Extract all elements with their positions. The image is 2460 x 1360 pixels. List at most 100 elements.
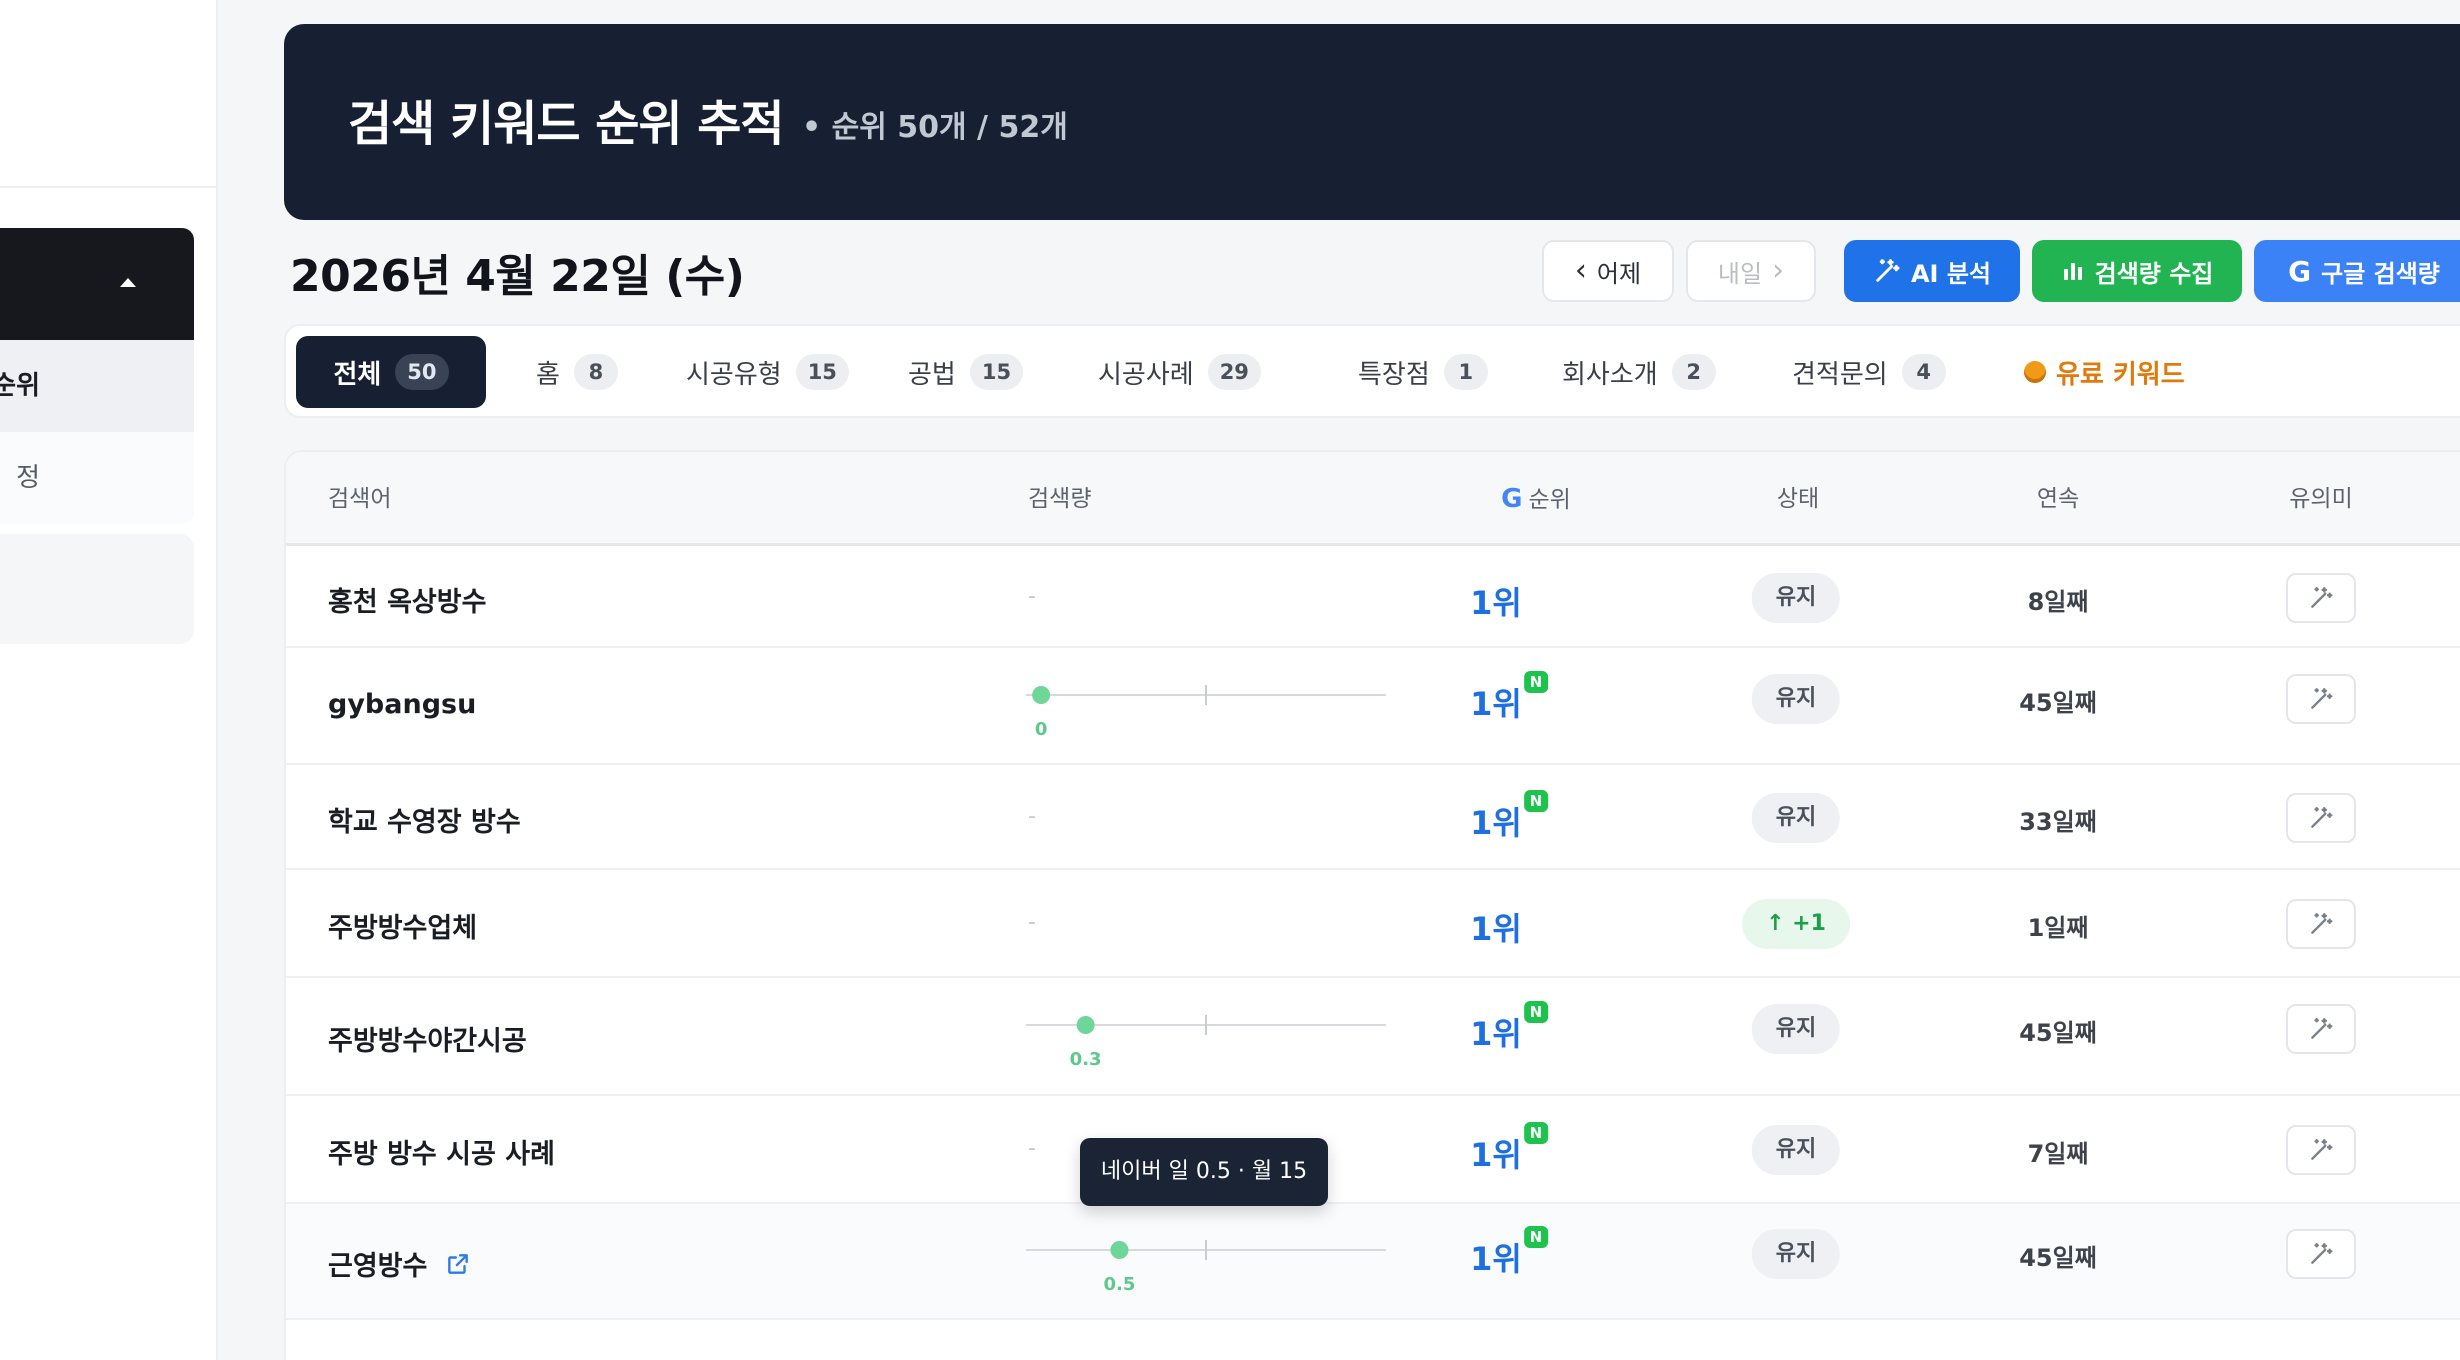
volume-value: 0.3 <box>1069 1049 1102 1070</box>
column-header-significance[interactable]: 유의미 <box>2289 452 2352 546</box>
table-row[interactable]: gybangsu 0 1위 N 유지 45일째 <box>286 648 2460 765</box>
tab-label: 공법 <box>908 359 956 390</box>
tab-label: 견적문의 <box>1792 359 1888 390</box>
date-title: 2026년 4월 22일 (수) <box>290 251 745 302</box>
streak-days: 7일째 <box>2027 1140 2089 1168</box>
magic-wand-icon <box>2311 1243 2333 1264</box>
rank-text: 1위 <box>1470 910 1522 948</box>
column-header-keyword[interactable]: 검색어 <box>328 452 391 546</box>
google-icon: G <box>1501 484 1523 514</box>
naver-badge-icon: N <box>1523 1001 1548 1023</box>
tab-count-badge: 29 <box>1207 354 1261 390</box>
streak-days: 45일째 <box>2019 1019 2097 1047</box>
keyword-text: 학교 수영장 방수 <box>328 806 521 838</box>
page-subtitle: • 순위 50개 / 52개 <box>802 110 1068 145</box>
table-row[interactable]: 근영방수 0.5 1위 N 유지 45일째 <box>286 1204 2460 1320</box>
keyword-cell: 주방 방수 시공 사례 <box>328 1132 555 1171</box>
coin-icon <box>2024 361 2046 383</box>
table-row[interactable]: 주방방수업체 - 1위 ↑ +1 1일째 <box>286 870 2460 978</box>
volume-sparkline[interactable] <box>1026 1222 1390 1302</box>
keyword-text: 주방 방수 시공 사례 <box>328 1139 555 1170</box>
tab-features[interactable]: 특장점 1 <box>1338 336 1508 408</box>
rank-text: 1위 <box>1470 1240 1522 1278</box>
significance-analyze-button[interactable] <box>2286 673 2356 724</box>
tab-count-badge: 8 <box>573 354 618 390</box>
rank-text: 1위 <box>1470 803 1522 842</box>
status-text: 유지 <box>1775 804 1817 830</box>
collect-volume-button[interactable]: 검색량 수집 <box>2032 240 2242 302</box>
table-row[interactable]: 홍천 옥상방수 - 1위 유지 8일째 <box>286 547 2460 648</box>
status-badge: ↑ +1 <box>1742 899 1850 949</box>
column-header-rank[interactable]: G 순위 <box>1501 452 1571 546</box>
keyword-cell: 주방방수야간시공 <box>328 1019 527 1058</box>
ai-analysis-label: AI 분석 <box>1910 259 1992 288</box>
significance-analyze-button[interactable] <box>2286 899 2356 949</box>
status-text: +1 <box>1792 911 1826 936</box>
google-rank: 1위 N <box>1470 1122 1548 1176</box>
significance-analyze-button[interactable] <box>2286 1004 2356 1054</box>
significance-analyze-button[interactable] <box>2286 792 2356 843</box>
table-row[interactable]: 학교 수영장 방수 - 1위 N 유지 33일째 <box>286 765 2460 870</box>
keyword-cell: 근영방수 <box>328 1244 471 1283</box>
volume-sparkline[interactable] <box>1026 667 1390 747</box>
tab-count-badge: 4 <box>1901 354 1946 390</box>
tab-paid-keywords[interactable]: 유료 키워드 <box>2004 336 2205 408</box>
status-badge: 유지 <box>1751 673 1841 724</box>
status-badge: 유지 <box>1751 572 1841 623</box>
tab-home[interactable]: 홈 8 <box>516 336 638 408</box>
naver-badge-icon: N <box>1523 789 1548 812</box>
sidebar-item-label: 정 <box>16 463 40 493</box>
tab-estimate[interactable]: 견적문의 4 <box>1772 336 1966 408</box>
streak-days: 33일째 <box>2019 807 2097 836</box>
status-text: 유지 <box>1775 1241 1817 1266</box>
header-banner: 검색 키워드 순위 추적 • 순위 50개 / 52개 <box>284 24 2460 220</box>
tab-about[interactable]: 회사소개 2 <box>1542 336 1736 408</box>
sidebar-logo-area <box>0 0 216 188</box>
column-header-volume[interactable]: 검색량 <box>1028 452 1091 546</box>
significance-analyze-button[interactable] <box>2286 1125 2356 1175</box>
tab-count-badge: 15 <box>969 354 1024 390</box>
table-row[interactable] <box>286 1320 2460 1360</box>
tab-count-badge: 15 <box>795 354 849 390</box>
rank-text: 1위 <box>1470 684 1522 723</box>
rank-text: 1위 <box>1470 1136 1522 1174</box>
keyword-text: 홍천 옥상방수 <box>328 586 487 618</box>
tab-construction-type[interactable]: 시공유형 15 <box>666 336 869 408</box>
tab-method[interactable]: 공법 15 <box>888 336 1043 408</box>
tab-count-badge: 50 <box>395 354 449 390</box>
table-row[interactable]: 주방 방수 시공 사례 - 1위 N 유지 7일째 <box>286 1096 2460 1204</box>
tab-case-study[interactable]: 시공사례 29 <box>1078 336 1281 408</box>
google-rank: 1위 N <box>1470 670 1548 725</box>
tab-all[interactable]: 전체 50 <box>296 336 486 408</box>
google-rank: 1위 N <box>1470 789 1548 844</box>
tab-label: 시공사례 <box>1098 359 1194 390</box>
google-volume-button[interactable]: G 구글 검색량 <box>2254 240 2460 302</box>
ai-analysis-button[interactable]: AI 분석 <box>1844 240 2020 302</box>
next-day-label: 내일 <box>1717 259 1763 288</box>
chevron-right-icon: › <box>1772 253 1785 288</box>
tab-label: 시공유형 <box>686 359 782 390</box>
sidebar-group-toggle[interactable] <box>0 228 194 340</box>
external-link-icon[interactable] <box>445 1251 471 1277</box>
naver-badge-icon: N <box>1523 1226 1548 1248</box>
status-text: 유지 <box>1775 584 1817 610</box>
volume-empty: - <box>1028 803 1036 829</box>
status-text: 유지 <box>1775 1137 1817 1162</box>
streak-days: 45일째 <box>2019 1244 2097 1272</box>
keyword-text: 주방방수업체 <box>328 913 478 944</box>
prev-day-button[interactable]: ‹ 어제 <box>1542 240 1674 302</box>
google-rank: 1위 N <box>1470 1001 1548 1055</box>
column-header-rank-label: 순위 <box>1528 487 1571 513</box>
next-day-button[interactable]: 내일 › <box>1686 240 1816 302</box>
significance-analyze-button[interactable] <box>2286 1229 2356 1279</box>
sidebar-item-rank[interactable]: 순위 <box>0 340 194 432</box>
sidebar-item-settings[interactable]: 정 <box>0 432 194 524</box>
volume-empty: - <box>1028 910 1036 935</box>
column-header-streak[interactable]: 연속 <box>2037 452 2079 546</box>
significance-analyze-button[interactable] <box>2286 572 2356 623</box>
table-row[interactable]: 주방방수야간시공 0.3 1위 N 유지 45일째 <box>286 978 2460 1096</box>
magic-wand-icon <box>2311 1018 2333 1039</box>
google-rank: 1위 N <box>1470 1226 1548 1280</box>
column-header-status[interactable]: 상태 <box>1777 452 1819 546</box>
keyword-text: gybangsu <box>328 688 477 720</box>
